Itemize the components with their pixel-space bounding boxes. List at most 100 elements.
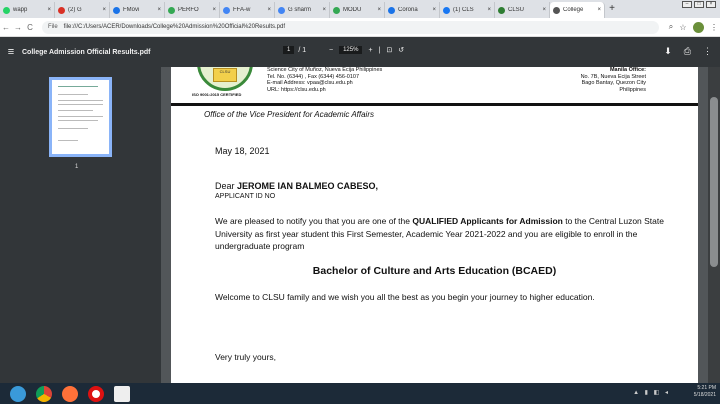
maximize-button[interactable]: □ <box>694 1 704 8</box>
browser-tab[interactable]: G sharm × <box>275 2 330 18</box>
tab-close-icon[interactable]: × <box>597 7 601 13</box>
page-total: / 1 <box>298 46 307 54</box>
zoom-level[interactable]: 125% <box>339 46 363 54</box>
iso-certification: ISO 9001:2015 CERTIFIED <box>192 92 242 97</box>
opera-icon[interactable] <box>88 385 104 402</box>
zoom-icon[interactable]: ⌕ <box>665 22 677 32</box>
applicant-id: APPLICANT ID NO <box>215 193 276 200</box>
header-address-right: Manila Office: No. 7B, Nueva Ecija Stree… <box>581 67 646 93</box>
tab-label: (1) CLS <box>453 7 474 13</box>
forward-icon[interactable]: → <box>12 23 24 32</box>
zoom-controls: − 125% + | ⊡ ↺ <box>329 46 404 54</box>
hamburger-menu-icon[interactable]: ≡ <box>0 46 22 58</box>
start-icon[interactable] <box>10 385 26 402</box>
more-menu-icon[interactable]: ⋮ <box>708 23 720 32</box>
tab-favicon-icon <box>58 6 65 14</box>
office-name: Office of the Vice President for Academi… <box>204 110 374 119</box>
rotate-icon[interactable]: ↺ <box>398 46 404 54</box>
browser-tab[interactable]: wapp × <box>0 2 55 18</box>
thumbnail-sidebar: 1 <box>0 67 161 383</box>
browser-tab[interactable]: MODU × <box>330 2 385 18</box>
browser-tab[interactable]: Corona × <box>385 2 440 18</box>
qualified-text: QUALIFIED Applicants for Admission <box>412 216 563 226</box>
body-paragraph-2: Welcome to CLSU family and we wish you a… <box>215 292 595 302</box>
tab-label: wapp <box>13 7 28 13</box>
tab-close-icon[interactable]: × <box>47 7 51 13</box>
taskbar: ▲ ▮ ◧ ◂ 5:21 PM 5/18/2021 <box>0 383 720 404</box>
system-tray-icons[interactable]: ▲ ▮ ◧ ◂ <box>633 389 670 396</box>
header-line: Philippines <box>619 86 646 93</box>
tab-favicon-icon <box>168 6 175 14</box>
tab-close-icon[interactable]: × <box>432 7 436 13</box>
header-address-left: Science City of Muñoz, Nueva Ecija Phili… <box>267 67 382 93</box>
browser-tab[interactable]: CLSU × <box>495 2 550 18</box>
tab-favicon-icon <box>498 6 505 14</box>
clock-time: 5:21 PM <box>697 385 716 391</box>
pdf-toolbar: ≡ College Admission Official Results.pdf… <box>0 37 720 67</box>
zoom-in-button[interactable]: + <box>368 47 372 54</box>
scrollbar-thumb[interactable] <box>710 97 718 267</box>
url-prefix: File <box>48 24 58 30</box>
tab-close-icon[interactable]: × <box>267 7 271 13</box>
clock[interactable]: 5:21 PM 5/18/2021 <box>694 385 716 399</box>
tab-close-icon[interactable]: × <box>542 7 546 13</box>
zoom-out-button[interactable]: − <box>329 47 333 54</box>
reload-icon[interactable]: C <box>24 23 36 32</box>
tab-close-icon[interactable]: × <box>157 7 161 13</box>
program-title: Bachelor of Culture and Arts Education (… <box>312 265 557 277</box>
tab-label: Corona <box>398 7 418 13</box>
tab-close-icon[interactable]: × <box>102 7 106 13</box>
page-thumbnail[interactable] <box>49 77 112 157</box>
tab-label: CLSU <box>508 7 525 13</box>
tab-favicon-icon <box>3 6 10 14</box>
body-paragraph-1: We are pleased to notify you that you ar… <box>215 215 670 253</box>
url-field[interactable]: File file:///C:/Users/ACER/Downloads/Col… <box>42 20 659 34</box>
browser-tab[interactable]: College × <box>550 2 605 18</box>
tab-close-icon[interactable]: × <box>322 7 326 13</box>
bookmark-star-icon[interactable]: ☆ <box>677 23 689 32</box>
university-seal-logo: CLSU <box>195 67 255 93</box>
pdf-viewer[interactable]: CLSU ISO 9001:2015 CERTIFIED Science Cit… <box>161 67 708 383</box>
minimize-button[interactable]: – <box>682 1 692 8</box>
salutation: Dear JEROME IAN BALMEO CABESO, <box>215 181 378 191</box>
body-text: We are pleased to notify you that you ar… <box>215 216 413 226</box>
salutation-dear: Dear <box>215 181 235 191</box>
tab-favicon-icon <box>278 6 285 14</box>
tab-label: PERFO <box>178 7 199 13</box>
browser-tab[interactable]: FFA-w × <box>220 2 275 18</box>
browser-tab[interactable]: PERFO × <box>165 2 220 18</box>
tab-label: MODU <box>343 7 362 13</box>
back-icon[interactable]: ← <box>0 23 12 32</box>
profile-avatar[interactable] <box>693 21 704 33</box>
print-icon[interactable]: ⎙ <box>684 46 691 57</box>
window-controls: – □ × <box>682 1 716 8</box>
browser-tab[interactable]: FMovi × <box>110 2 165 18</box>
tab-label: FMovi <box>123 7 140 13</box>
tab-strip: wapp × (2) G × FMovi × PERFO × FFA-w × G sharm × MOD… <box>0 0 720 18</box>
pdf-more-icon[interactable]: ⋮ <box>703 46 712 57</box>
media-player-icon[interactable] <box>114 385 130 402</box>
tab-label: (2) G <box>68 7 82 13</box>
tab-favicon-icon <box>223 6 230 14</box>
tab-close-icon[interactable]: × <box>487 7 491 13</box>
download-icon[interactable]: ⬇ <box>664 46 672 57</box>
close-window-button[interactable]: × <box>706 1 716 8</box>
tab-label: College <box>563 7 584 13</box>
tab-close-icon[interactable]: × <box>212 7 216 13</box>
chrome-icon[interactable] <box>36 385 52 402</box>
header-line: Bago Bantay, Quezon City <box>581 80 646 86</box>
browser-tab[interactable]: (1) CLS × <box>440 2 495 18</box>
pdf-actions: ⬇ ⎙ ⋮ <box>664 46 712 57</box>
new-tab-button[interactable]: + <box>605 2 619 18</box>
page-number-input[interactable]: 1 <box>283 46 295 54</box>
vertical-scrollbar[interactable] <box>708 67 720 383</box>
url-text: file:///C:/Users/ACER/Downloads/College%… <box>63 24 285 30</box>
firefox-icon[interactable] <box>62 385 78 402</box>
tab-close-icon[interactable]: × <box>377 7 381 13</box>
header-line: URL: https://clsu.edu.ph <box>267 86 326 93</box>
fit-page-icon[interactable]: ⊡ <box>386 46 392 54</box>
browser-tab[interactable]: (2) G × <box>55 2 110 18</box>
closing: Very truly yours, <box>215 352 276 362</box>
page-indicator: 1 / 1 <box>283 46 306 54</box>
tab-favicon-icon <box>443 6 450 14</box>
